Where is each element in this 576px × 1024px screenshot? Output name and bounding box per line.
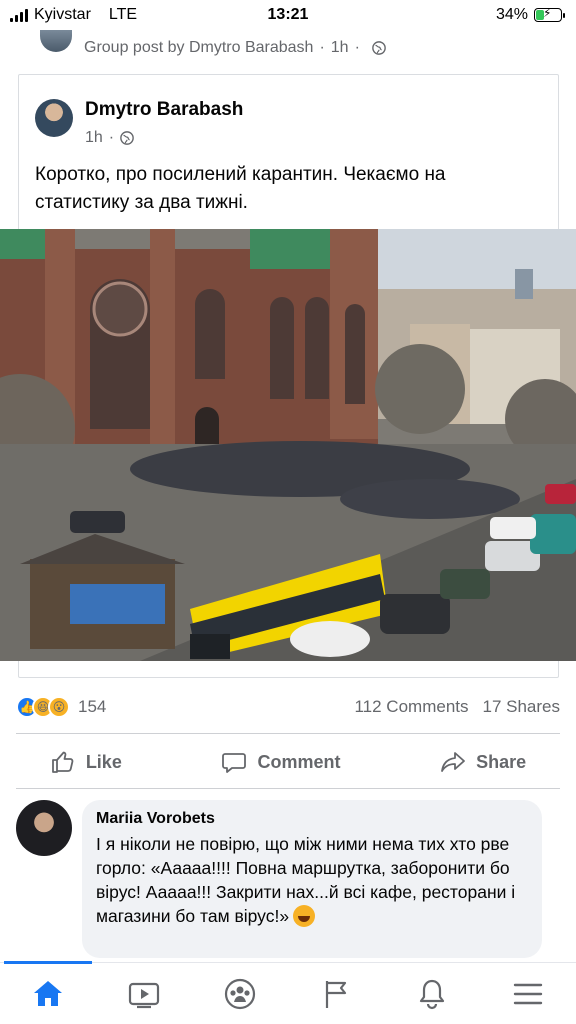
engagement-row: 👍 😆 😮 154 112 Comments 17 Shares bbox=[16, 694, 560, 720]
charging-bolt-icon: ⚡ bbox=[543, 6, 552, 20]
nav-groups[interactable] bbox=[210, 969, 270, 1019]
public-globe-icon bbox=[372, 41, 386, 55]
commenter-avatar[interactable] bbox=[16, 800, 72, 856]
group-post-header: Group post by Dmytro Barabash · 1h · bbox=[0, 30, 576, 66]
street-crowd-photo bbox=[0, 229, 576, 661]
author-name[interactable]: Dmytro Barabash bbox=[85, 99, 243, 121]
status-left: Kyivstar LTE bbox=[10, 6, 137, 24]
groups-icon bbox=[224, 978, 256, 1009]
flag-icon bbox=[325, 980, 347, 1008]
reaction-count: 154 bbox=[78, 697, 107, 716]
post-text: Коротко, про посилений карантин. Чекаємо… bbox=[35, 164, 446, 213]
comment-button[interactable]: Comment bbox=[205, 743, 356, 781]
wow-icon: 😮 bbox=[48, 696, 70, 718]
active-tab-indicator bbox=[4, 961, 92, 964]
like-button[interactable]: Like bbox=[34, 743, 138, 781]
post-photo[interactable] bbox=[0, 229, 576, 661]
author-avatar-small[interactable] bbox=[40, 30, 72, 52]
comment-icon bbox=[222, 753, 247, 773]
counts-right: 112 Comments 17 Shares bbox=[354, 697, 560, 717]
status-bar: Kyivstar LTE 13:21 34% ⚡ bbox=[0, 0, 576, 30]
battery-icon: ⚡ bbox=[534, 6, 565, 22]
author-avatar[interactable] bbox=[35, 99, 73, 137]
separator-dot: · bbox=[354, 39, 360, 56]
watch-icon bbox=[128, 982, 160, 1008]
public-globe-icon bbox=[120, 131, 134, 145]
home-icon bbox=[34, 980, 62, 1006]
divider bbox=[16, 788, 560, 789]
signal-icon bbox=[10, 8, 28, 22]
group-post-time[interactable]: 1h bbox=[331, 39, 349, 57]
like-label: Like bbox=[85, 751, 122, 772]
comment-label: Comment bbox=[257, 751, 341, 772]
share-count[interactable]: 17 Shares bbox=[483, 697, 561, 717]
divider bbox=[16, 733, 560, 734]
laughing-emoji-icon bbox=[293, 905, 316, 927]
comment-bubble[interactable]: Mariia Vorobets І я ніколи не повірю, що… bbox=[82, 800, 542, 958]
battery-percent: 34% bbox=[495, 6, 528, 23]
network-label: LTE bbox=[108, 6, 138, 23]
share-arrow-icon bbox=[441, 752, 466, 772]
thumbs-up-icon bbox=[51, 751, 74, 773]
post-actions: Like Comment Share bbox=[0, 738, 576, 786]
separator-dot: · bbox=[319, 39, 325, 56]
post-time[interactable]: 1h bbox=[85, 129, 103, 147]
commenter-name[interactable]: Mariia Vorobets bbox=[96, 810, 528, 828]
share-label: Share bbox=[476, 751, 527, 772]
nav-home[interactable] bbox=[18, 969, 78, 1019]
post-meta: 1h · bbox=[85, 129, 134, 147]
reactions-summary[interactable]: 👍 😆 😮 154 bbox=[16, 696, 106, 718]
nav-pages[interactable] bbox=[306, 969, 366, 1019]
comment-count[interactable]: 112 Comments bbox=[354, 697, 468, 717]
group-post-label[interactable]: Group post by Dmytro Barabash bbox=[84, 39, 313, 57]
bottom-nav bbox=[0, 961, 576, 1024]
nav-notifications[interactable] bbox=[402, 969, 462, 1019]
nav-menu[interactable] bbox=[498, 969, 558, 1019]
carrier-label: Kyivstar bbox=[34, 6, 91, 23]
comment-text-wrap: І я ніколи не повірю, що між ними нема т… bbox=[96, 832, 528, 928]
bell-icon bbox=[419, 979, 445, 1009]
separator-dot: · bbox=[108, 129, 115, 146]
share-button[interactable]: Share bbox=[424, 743, 542, 781]
nav-watch[interactable] bbox=[114, 969, 174, 1019]
status-right: 34% ⚡ bbox=[495, 6, 565, 24]
menu-icon bbox=[513, 983, 543, 1004]
